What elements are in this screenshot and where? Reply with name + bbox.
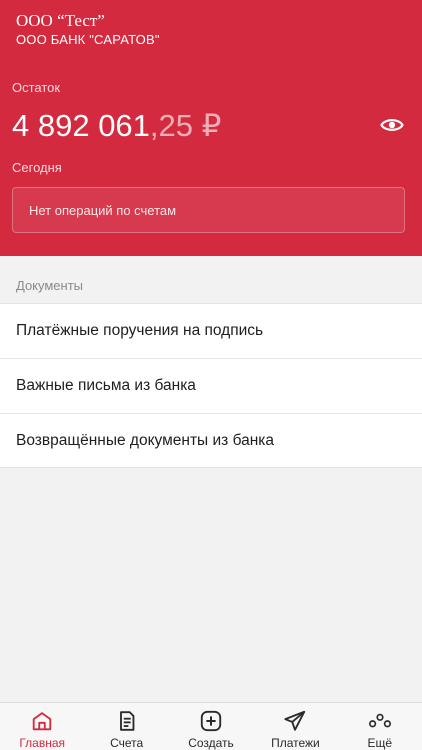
documents-section-title: Документы xyxy=(16,278,84,293)
doc-item-payment-orders[interactable]: Платёжные поручения на подпись xyxy=(0,303,422,358)
tab-accounts[interactable]: Счета xyxy=(84,703,168,750)
balance-amount: 4 892 061,25 ₽ xyxy=(12,108,221,144)
tab-home-label: Главная xyxy=(19,736,66,750)
today-label: Сегодня xyxy=(12,160,62,175)
tab-payments-label: Платежи xyxy=(271,736,320,750)
paper-plane-icon xyxy=(284,710,306,731)
tab-payments[interactable]: Платежи xyxy=(253,703,337,750)
eye-icon xyxy=(380,119,404,131)
plus-square-icon xyxy=(200,710,222,732)
more-circles-icon xyxy=(368,713,391,728)
documents-list: Платёжные поручения на подпись Важные пи… xyxy=(0,303,422,468)
tab-create[interactable]: Создать xyxy=(169,703,253,750)
tab-accounts-label: Счета xyxy=(110,736,144,750)
document-icon xyxy=(119,711,134,731)
toggle-balance-visibility-button[interactable] xyxy=(376,111,408,139)
balance-fraction: ,25 ₽ xyxy=(149,108,222,143)
tab-home[interactable]: Главная xyxy=(0,703,84,750)
doc-item-important-letters[interactable]: Важные письма из банка xyxy=(0,358,422,413)
tab-create-label: Создать xyxy=(188,736,234,750)
no-operations-card: Нет операций по счетам xyxy=(12,187,405,233)
home-icon xyxy=(32,712,52,731)
bottom-tab-bar: Главная Счета Создать Платежи Ещё xyxy=(0,702,422,750)
doc-item-returned-documents[interactable]: Возвращённые документы из банка xyxy=(0,413,422,468)
organization-name[interactable]: ООО “Тест” xyxy=(16,11,105,31)
bank-name: ООО БАНК "САРАТОВ" xyxy=(16,32,160,47)
account-header: ООО “Тест” ООО БАНК "САРАТОВ" Остаток 4 … xyxy=(0,0,422,256)
balance-whole: 4 892 061 xyxy=(12,108,150,143)
tab-more[interactable]: Ещё xyxy=(338,703,422,750)
tab-more-label: Ещё xyxy=(367,736,393,750)
balance-label: Остаток xyxy=(12,80,61,95)
